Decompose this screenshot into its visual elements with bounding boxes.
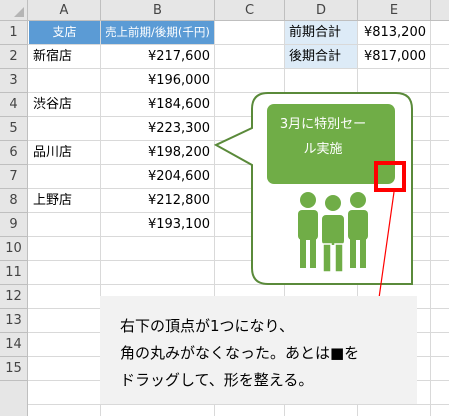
callout-text: 3月に特別セー ル実施 bbox=[268, 112, 378, 162]
note-line-3: ドラッグして、形を整える。 bbox=[120, 371, 314, 389]
callout-line-1: 3月に特別セー bbox=[279, 117, 367, 132]
highlight-box bbox=[374, 161, 406, 192]
spreadsheet: A B C D E 1 2 3 4 5 6 7 8 9 10 11 12 13 … bbox=[0, 0, 449, 416]
note-line-1: 右下の頂点が1つになり、 bbox=[120, 317, 294, 335]
note-line-2: 角の丸みがなくなった。あとは■を bbox=[120, 344, 360, 362]
callout-line-2: ル実施 bbox=[303, 142, 343, 157]
annotation-note: 右下の頂点が1つになり、 角の丸みがなくなった。あとは■を ドラッグして、形を整… bbox=[100, 296, 417, 404]
